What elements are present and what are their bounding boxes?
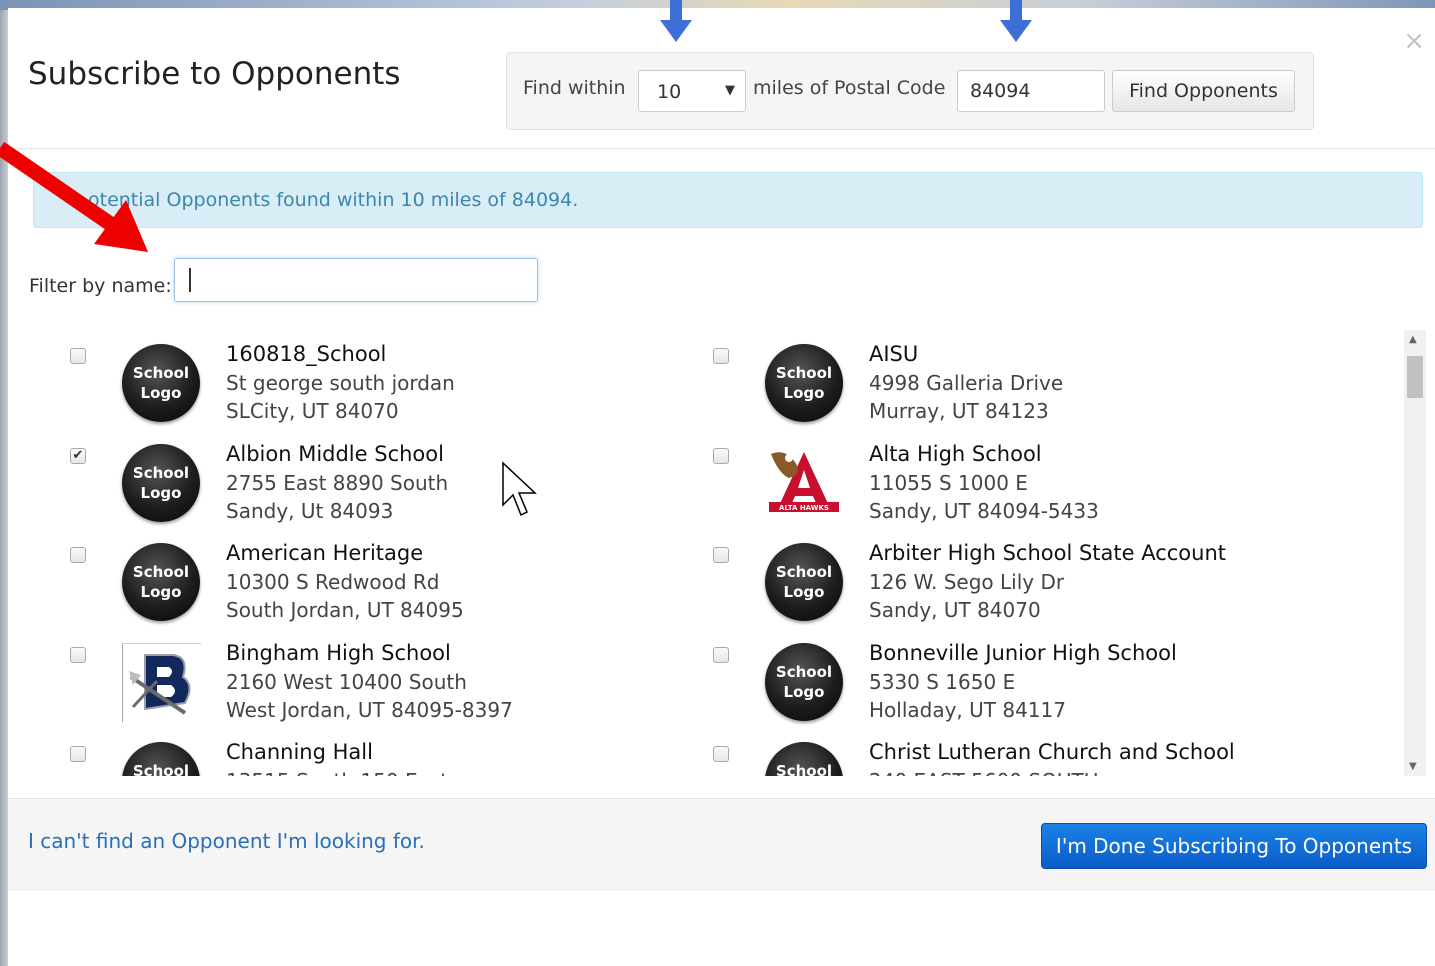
opponent-checkbox[interactable] <box>70 348 86 364</box>
results-alert: otential Opponents found within 10 miles… <box>33 172 1423 228</box>
opponent-address: 2160 West 10400 South <box>226 669 467 694</box>
modal-header: Subscribe to Opponents × Find within 10 … <box>8 8 1435 149</box>
bingham-b-logo <box>122 642 201 722</box>
opponent-name: Albion Middle School <box>226 441 444 466</box>
close-icon[interactable]: × <box>1403 26 1425 56</box>
school-logo-placeholder: SchoolLogo <box>122 543 200 622</box>
school-logo-placeholder: SchoolLogo <box>765 642 843 721</box>
opponent-address: 240 EAST 5600 SOUTH <box>869 769 1099 776</box>
filter-by-name-input[interactable] <box>174 258 538 302</box>
dropdown-caret-icon: ▼ <box>725 83 735 98</box>
logo-text: Logo <box>140 483 182 502</box>
opponent-list[interactable]: School Logo 160818_School St george south j… <box>8 330 1435 776</box>
opponent-address: 4998 Galleria Drive <box>869 371 1064 395</box>
opponent-checkbox[interactable] <box>70 646 86 663</box>
logo-text: Logo <box>140 583 182 602</box>
postal-code-input[interactable] <box>957 70 1105 112</box>
opponent-city-state: Murray, UT 84123 <box>869 399 1049 423</box>
opponent-item[interactable]: School Logo American Heritage 10300 S Redwo… <box>16 539 636 638</box>
opponent-finder-form: Find within 10 ▼ miles of Postal Code Fi… <box>506 52 1314 130</box>
alta-logo-text: ALTA HAWKS <box>779 504 829 512</box>
logo-text: School <box>775 762 833 776</box>
logo-text: School <box>132 364 190 382</box>
logo-text: School <box>132 563 190 582</box>
filter-label: Filter by name: <box>29 275 172 297</box>
opponent-name: Christ Lutheran Church and School <box>869 740 1235 765</box>
logo-text: School <box>775 563 833 582</box>
opponent-address: 10300 S Redwood Rd <box>226 570 440 595</box>
scroll-up-icon[interactable]: ▲ <box>1409 334 1417 345</box>
opponent-city-state: South Jordan, UT 84095 <box>226 598 464 623</box>
opponent-city-state: Holladay, UT 84117 <box>869 697 1066 722</box>
opponent-city-state: Sandy, UT 84070 <box>869 598 1041 623</box>
opponent-checkbox[interactable]: ✔ <box>70 447 86 464</box>
opponent-item[interactable]: School Logo 160818_School St george south j… <box>16 340 636 439</box>
cant-find-opponent-link[interactable]: I can't find an Opponent I'm looking for… <box>28 829 425 853</box>
opponent-city-state: Sandy, Ut 84093 <box>226 498 394 523</box>
opponent-item[interactable]: SchoolLogo Channing Hall 13515 South 150 E… <box>16 738 636 776</box>
opponent-name: Alta High School <box>869 441 1042 466</box>
scroll-down-icon[interactable]: ▼ <box>1409 761 1417 772</box>
opponent-name: Arbiter High School State Account <box>869 541 1227 566</box>
opponent-name: 160818_School <box>226 342 387 366</box>
subscribe-modal: Subscribe to Opponents × Find within 10 … <box>8 8 1435 966</box>
logo-text: Logo <box>783 682 825 701</box>
opponent-address: 126 W. Sego Lily Dr <box>869 570 1065 595</box>
opponent-checkbox[interactable] <box>70 547 86 564</box>
opponent-address: 13515 South 150 East <box>226 769 448 776</box>
school-logo-placeholder: SchoolLogo <box>122 443 200 522</box>
school-logo-placeholder: SchoolLogo <box>765 543 843 622</box>
find-within-label: Find within <box>523 77 626 99</box>
alta-hawks-logo: ALTA HAWKS <box>765 444 843 522</box>
opponent-item[interactable]: School Logo Bonneville Junior High School 5… <box>659 639 1279 738</box>
logo-text: School <box>775 364 833 382</box>
opponent-checkbox[interactable] <box>70 746 86 763</box>
opponent-address: 2755 East 8890 South <box>226 470 449 495</box>
opponent-name: Bingham High School <box>226 640 451 665</box>
opponent-item[interactable]: ✔ School Logo Albion Middle School 2755 East… <box>16 440 636 539</box>
school-logo-placeholder: SchoolLogo <box>765 742 843 776</box>
opponent-name: Bonneville Junior High School <box>869 640 1177 665</box>
radius-value: 10 <box>657 81 682 103</box>
logo-text: School <box>132 463 190 482</box>
opponent-address: 5330 S 1650 E <box>869 669 1016 694</box>
find-opponents-button[interactable]: Find Opponents <box>1112 70 1295 112</box>
done-subscribing-button[interactable]: I'm Done Subscribing To Opponents <box>1041 823 1427 869</box>
opponent-checkbox[interactable] <box>713 547 729 564</box>
opponent-checkbox[interactable] <box>713 646 729 663</box>
opponent-city-state: Sandy, UT 84094-5433 <box>869 498 1099 523</box>
scroll-thumb[interactable] <box>1407 356 1423 398</box>
opponent-city-state: SLCity, UT 84070 <box>226 399 399 423</box>
miles-label: miles of Postal Code <box>753 77 946 99</box>
school-logo-placeholder: School Logo <box>765 344 843 422</box>
opponent-city-state: West Jordan, UT 84095-8397 <box>226 697 513 722</box>
opponent-item[interactable]: SchoolLogo Christ Lutheran Church and Sch… <box>659 738 1279 776</box>
opponent-address: 11055 S 1000 E <box>869 470 1028 495</box>
opponent-checkbox[interactable] <box>713 447 729 464</box>
logo-text: Logo <box>783 384 825 402</box>
modal-footer: I can't find an Opponent I'm looking for… <box>8 798 1435 891</box>
opponent-name: Channing Hall <box>226 740 373 765</box>
logo-text: Logo <box>140 384 182 402</box>
opponent-item[interactable]: School Logo Arbiter High School State Acco… <box>659 539 1279 638</box>
text-cursor <box>189 268 191 292</box>
opponent-checkbox[interactable] <box>713 746 729 763</box>
opponent-item[interactable]: ALTA HAWKS Alta High School 11055 S 1000 E… <box>659 440 1279 539</box>
opponent-name: AISU <box>869 342 919 366</box>
logo-text: Logo <box>783 583 825 602</box>
school-logo-placeholder: SchoolLogo <box>122 742 200 776</box>
opponent-checkbox[interactable] <box>713 348 729 364</box>
list-scrollbar[interactable]: ▲ ▼ <box>1404 330 1426 776</box>
opponent-name: American Heritage <box>226 541 424 566</box>
modal-title: Subscribe to Opponents <box>28 56 401 92</box>
logo-text: School <box>775 662 833 681</box>
radius-select[interactable]: 10 ▼ <box>638 70 746 112</box>
opponent-address: St george south jordan <box>226 371 455 395</box>
opponent-item[interactable]: School Logo AISU 4998 Galleria Drive Murray,… <box>659 340 1279 439</box>
school-logo-placeholder: School Logo <box>122 344 200 422</box>
logo-text: School <box>132 762 190 776</box>
opponent-item[interactable]: Bingham High School 2160 West 10400 South… <box>16 639 636 738</box>
